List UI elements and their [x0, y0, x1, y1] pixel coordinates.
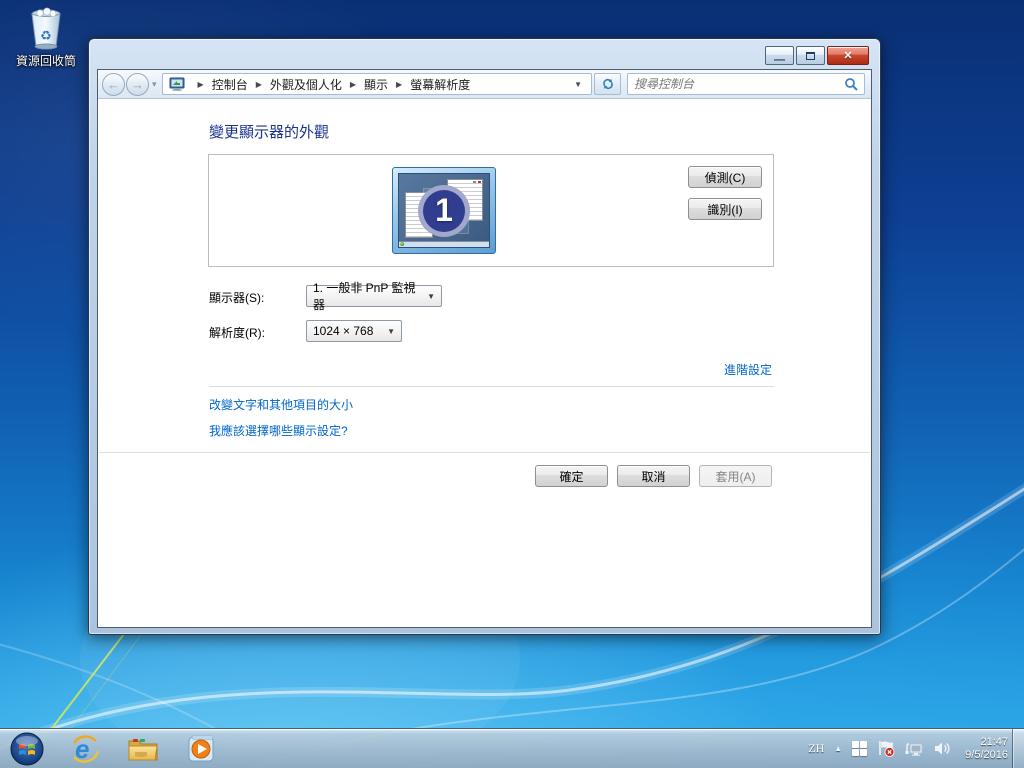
forward-icon: →	[131, 77, 144, 92]
which-display-settings-link[interactable]: 我應該選擇哪些顯示設定?	[209, 422, 348, 439]
window-titlebar[interactable]: — ✕	[89, 39, 880, 69]
screen-resolution-window: — ✕ ← → ▾ ▶	[88, 38, 881, 635]
search-box	[627, 73, 865, 95]
network-icon[interactable]	[905, 741, 924, 757]
make-text-larger-link[interactable]: 改變文字和其他項目的大小	[209, 396, 353, 413]
taskbar: e	[0, 728, 1024, 768]
show-desktop-button[interactable]	[1012, 729, 1024, 768]
mini-dot	[473, 181, 476, 183]
clock[interactable]: 21:47 9/5/2016	[965, 736, 1008, 762]
advanced-settings-link[interactable]: 進階設定	[724, 361, 772, 378]
internet-explorer-icon: e	[69, 733, 101, 765]
close-button[interactable]: ✕	[827, 46, 869, 65]
navigation-toolbar: ← → ▾ ▶ 控制台 ▶ 外觀及個人化 ▶ 顯示	[98, 70, 871, 99]
monitor-number-badge: 1	[418, 185, 470, 237]
breadcrumb-separator-icon: ▶	[396, 80, 402, 89]
monitor-number: 1	[435, 192, 453, 229]
taskbar-item-media-player[interactable]	[184, 732, 218, 766]
address-dropdown-icon[interactable]: ▼	[569, 80, 587, 89]
page-content: 變更顯示器的外觀	[98, 99, 871, 627]
show-hidden-icons-button[interactable]: ▲	[834, 744, 842, 753]
resolution-select[interactable]: 1024 × 768 ▼	[306, 320, 402, 342]
forward-button[interactable]: →	[126, 73, 149, 96]
back-icon: ←	[107, 77, 120, 92]
volume-icon[interactable]	[934, 741, 951, 756]
section-divider	[209, 386, 774, 387]
action-center-flag-icon[interactable]	[877, 740, 895, 757]
recycle-bin[interactable]: ♻ 資源回收筒	[8, 6, 84, 69]
start-button[interactable]	[10, 732, 44, 766]
folder-icon	[127, 735, 159, 763]
mini-start-orb	[400, 242, 404, 246]
recycle-symbol-icon: ♻	[40, 28, 52, 44]
clock-time: 21:47	[965, 736, 1008, 749]
resolution-label: 解析度(R):	[209, 324, 265, 341]
search-input[interactable]	[634, 77, 844, 91]
back-button[interactable]: ←	[102, 73, 125, 96]
display-settings-icon	[169, 77, 185, 91]
search-icon[interactable]	[844, 77, 858, 91]
language-indicator[interactable]: ZH	[808, 741, 824, 756]
chevron-down-icon: ▼	[427, 292, 435, 301]
apply-button[interactable]: 套用(A)	[699, 465, 772, 487]
breadcrumb-item-appearance[interactable]: 外觀及個人化	[270, 76, 342, 93]
refresh-icon	[601, 77, 615, 91]
monitor-preview-box: 1 偵測(C) 識別(I)	[208, 154, 774, 267]
mini-close-dot	[478, 181, 481, 183]
display-select[interactable]: 1. 一般非 PnP 監視器 ▼	[306, 285, 442, 307]
minimize-button[interactable]: —	[765, 46, 794, 65]
taskbar-item-internet-explorer[interactable]: e	[68, 732, 102, 766]
ime-icon[interactable]	[852, 741, 867, 756]
window-client-area: ← → ▾ ▶ 控制台 ▶ 外觀及個人化 ▶ 顯示	[97, 69, 872, 628]
taskbar-item-windows-explorer[interactable]	[126, 732, 160, 766]
caption-buttons: — ✕	[765, 46, 869, 65]
page-title: 變更顯示器的外觀	[209, 121, 329, 142]
recent-pages-chevron-icon[interactable]: ▾	[152, 79, 157, 90]
breadcrumb-item-control-panel[interactable]: 控制台	[212, 76, 248, 93]
breadcrumb-separator-icon: ▶	[256, 80, 262, 89]
system-tray: ZH ▲	[808, 729, 1024, 768]
chevron-down-icon: ▼	[387, 327, 395, 336]
monitor-preview[interactable]: 1	[392, 167, 496, 254]
button-row-divider	[99, 452, 870, 453]
ok-button[interactable]: 確定	[535, 465, 608, 487]
dialog-buttons: 確定 取消 套用(A)	[535, 465, 772, 487]
desktop: ♻ 資源回收筒 — ✕ ← → ▾	[0, 0, 1024, 768]
resolution-select-value: 1024 × 768	[313, 324, 373, 338]
address-bar[interactable]: ▶ 控制台 ▶ 外觀及個人化 ▶ 顯示 ▶ 螢幕解析度 ▼	[162, 73, 592, 95]
mini-taskbar	[399, 241, 489, 247]
refresh-button[interactable]	[594, 73, 621, 95]
media-player-icon	[186, 734, 216, 764]
display-select-value: 1. 一般非 PnP 監視器	[313, 279, 419, 313]
detect-button[interactable]: 偵測(C)	[688, 166, 762, 188]
minimize-icon: —	[774, 56, 785, 64]
recycle-bin-label: 資源回收筒	[8, 52, 84, 69]
maximize-icon	[806, 52, 815, 60]
identify-button[interactable]: 識別(I)	[688, 198, 762, 220]
monitor-screen: 1	[398, 173, 490, 248]
breadcrumb-item-screen-resolution[interactable]: 螢幕解析度	[410, 76, 470, 93]
maximize-button[interactable]	[796, 46, 825, 65]
close-icon: ✕	[843, 49, 852, 62]
breadcrumb-separator-icon: ▶	[198, 80, 204, 89]
breadcrumb-item-display[interactable]: 顯示	[364, 76, 388, 93]
breadcrumb-separator-icon: ▶	[350, 80, 356, 89]
clock-date: 9/5/2016	[965, 749, 1008, 762]
cancel-button[interactable]: 取消	[617, 465, 690, 487]
display-label: 顯示器(S):	[209, 289, 264, 306]
